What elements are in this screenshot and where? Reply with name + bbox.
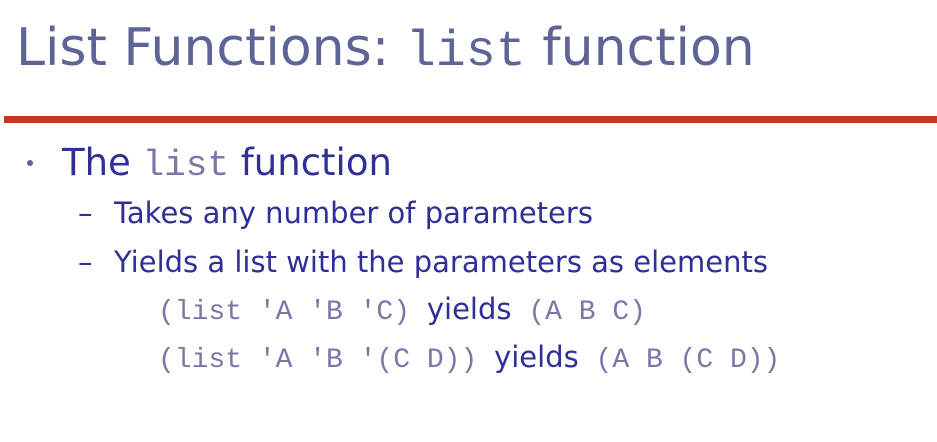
example-keyword: yields bbox=[426, 292, 512, 326]
sub-point-1: – Takes any number of parameters bbox=[78, 195, 593, 231]
bullet-code: list bbox=[142, 145, 229, 186]
dash-icon: – bbox=[78, 245, 93, 279]
example-result: (A B (C D)) bbox=[595, 345, 781, 376]
title-prefix: List Functions: bbox=[16, 18, 406, 78]
main-bullet: The list function bbox=[62, 140, 392, 189]
sub-point-2: – Yields a list with the parameters as el… bbox=[78, 244, 768, 280]
example-line-2: (list 'A 'B '(C D)) yields (A B (C D)) bbox=[158, 339, 780, 379]
example-line-1: (list 'A 'B 'C) yields (A B C) bbox=[158, 291, 646, 331]
example-expression: (list 'A 'B 'C) bbox=[158, 297, 411, 328]
dash-icon: – bbox=[78, 196, 93, 230]
slide-title: List Functions: list function bbox=[16, 14, 755, 87]
example-result: (A B C) bbox=[528, 297, 646, 328]
sub-point-text: Takes any number of parameters bbox=[114, 196, 593, 230]
title-divider bbox=[4, 116, 937, 123]
bullet-prefix: The bbox=[62, 141, 143, 184]
bullet-suffix: function bbox=[229, 141, 392, 184]
example-expression: (list 'A 'B '(C D)) bbox=[158, 345, 478, 376]
title-code: list bbox=[405, 24, 526, 81]
sub-point-text: Yields a list with the parameters as ele… bbox=[114, 245, 768, 279]
bullet-dot-icon bbox=[27, 160, 33, 166]
title-suffix: function bbox=[525, 18, 755, 78]
example-keyword: yields bbox=[494, 340, 579, 374]
